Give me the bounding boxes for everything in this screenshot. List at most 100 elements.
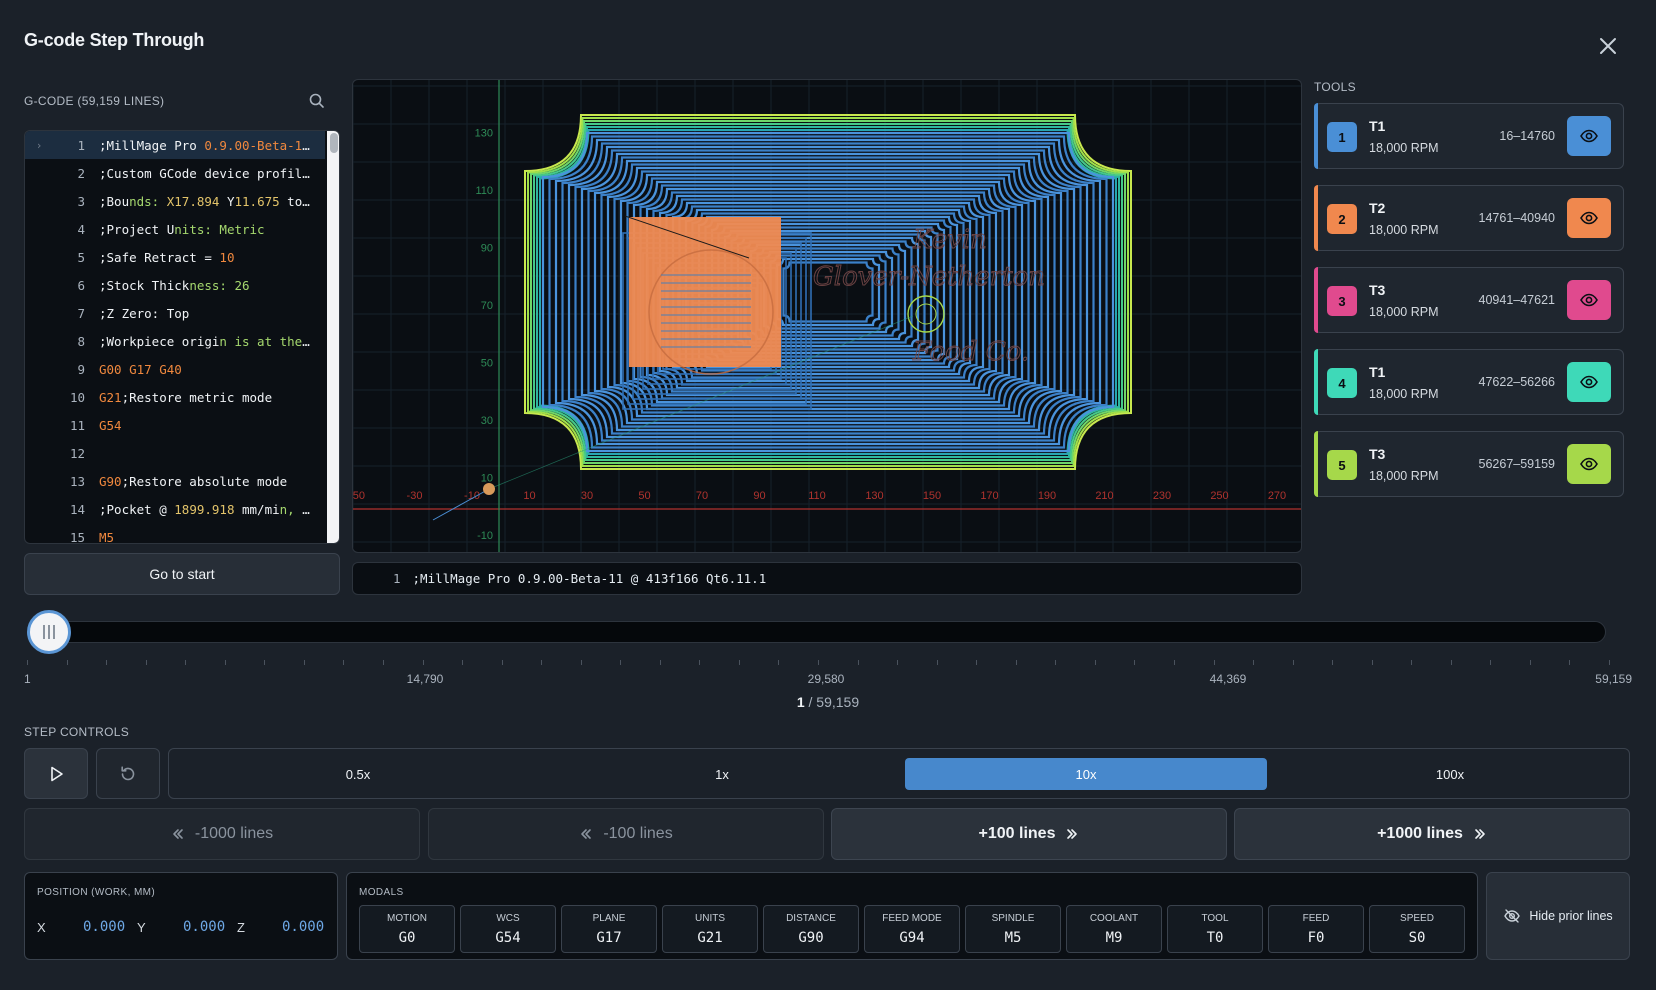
modal-cell: PLANE G17 bbox=[561, 905, 657, 953]
line-slider-track[interactable] bbox=[48, 621, 1606, 643]
modal-value: M5 bbox=[1004, 930, 1022, 946]
close-icon[interactable] bbox=[1596, 34, 1620, 58]
step-forward-button[interactable]: +100 lines bbox=[831, 808, 1227, 860]
x-tick-label: 210 bbox=[1095, 490, 1113, 502]
tool-card[interactable]: 5 T3 18,000 RPM 56267–59159 bbox=[1314, 431, 1624, 497]
modal-title: G-code Step Through bbox=[24, 30, 205, 50]
slider-tick bbox=[936, 660, 938, 665]
tool-rpm: 18,000 RPM bbox=[1369, 305, 1439, 319]
tool-card[interactable]: 1 T1 18,000 RPM 16–14760 bbox=[1314, 103, 1624, 169]
gcode-token: 1899.918 bbox=[174, 501, 235, 517]
line-counter: 1 / 59,159 bbox=[0, 694, 1656, 710]
modal-value: G94 bbox=[899, 930, 925, 946]
speed-option[interactable]: 100x bbox=[1269, 758, 1631, 790]
modal-value: G17 bbox=[596, 930, 622, 946]
eye-off-icon bbox=[1504, 909, 1521, 923]
tool-card[interactable]: 4 T1 18,000 RPM 47622–56266 bbox=[1314, 349, 1624, 415]
gcode-line-text: ;Custom GCode device profile… bbox=[99, 166, 315, 181]
engraved-text: Kevin bbox=[912, 225, 987, 255]
gcode-token: ;Z Zero: Top bbox=[99, 305, 190, 321]
gcode-scrollbar[interactable] bbox=[327, 131, 339, 543]
step-forward-button[interactable]: +1000 lines bbox=[1234, 808, 1630, 860]
tool-line-range: 47622–56266 bbox=[1478, 375, 1555, 389]
reset-button[interactable] bbox=[96, 748, 160, 799]
scroll-thumb[interactable] bbox=[330, 133, 338, 153]
line-slider-thumb[interactable] bbox=[27, 610, 71, 654]
speed-option[interactable]: 0.5x bbox=[177, 758, 539, 790]
speed-selector: 0.5x 1x 10x 100x bbox=[168, 748, 1630, 799]
step-back-button[interactable]: -1000 lines bbox=[24, 808, 420, 860]
gcode-line[interactable]: 14 ;Pocket @ 1899.918 mm/min, 1… bbox=[25, 495, 325, 523]
current-line-number: 1 bbox=[393, 571, 401, 586]
slider-tick-label: 59,159 bbox=[1595, 672, 1632, 686]
gcode-line[interactable]: 10 G21;Restore metric mode bbox=[25, 383, 325, 411]
modal-key: FEED MODE bbox=[882, 913, 942, 924]
x-tick-label: 50 bbox=[638, 490, 650, 502]
slider-tick bbox=[303, 660, 305, 665]
slider-tick-label: 1 bbox=[24, 672, 31, 686]
slider-tick bbox=[1529, 660, 1531, 665]
gcode-line-text: M5 bbox=[99, 530, 315, 544]
step-back-button[interactable]: -100 lines bbox=[428, 808, 824, 860]
tool-rpm: 18,000 RPM bbox=[1369, 387, 1439, 401]
tool-visibility-toggle[interactable] bbox=[1567, 116, 1611, 156]
slider-tick bbox=[1292, 660, 1294, 665]
hide-prior-lines-button[interactable]: Hide prior lines bbox=[1486, 872, 1630, 960]
speed-option[interactable]: 1x bbox=[541, 758, 903, 790]
search-icon[interactable] bbox=[308, 92, 326, 110]
tool-visibility-toggle[interactable] bbox=[1567, 280, 1611, 320]
go-to-start-button[interactable]: Go to start bbox=[24, 553, 340, 595]
speed-option[interactable]: 10x bbox=[905, 758, 1267, 790]
gcode-list[interactable]: 15 M5 14 ;Pocket @ 1899.918 mm/min, 1… 13 G90… bbox=[24, 130, 340, 544]
gcode-line-number: 14 bbox=[69, 501, 85, 517]
modal-value: T0 bbox=[1206, 930, 1224, 946]
gcode-token: G90 bbox=[99, 473, 122, 489]
gcode-line[interactable]: 15 M5 bbox=[25, 523, 325, 544]
modal-key: UNITS bbox=[695, 913, 725, 924]
gcode-line-number: 4 bbox=[77, 221, 85, 237]
slider-tick bbox=[1371, 660, 1373, 665]
gcode-line[interactable]: 3 ;Bounds: X17.894 Y11.675 to … bbox=[25, 187, 325, 215]
gcode-line[interactable]: 13 G90;Restore absolute mode bbox=[25, 467, 325, 495]
toolpath-canvas[interactable]: -50-30-101030507090110130150170190210230… bbox=[353, 80, 1302, 553]
eye-icon bbox=[1580, 293, 1598, 307]
y-tick-label: 150 bbox=[475, 80, 493, 82]
tool-visibility-toggle[interactable] bbox=[1567, 198, 1611, 238]
modal-cell: FEED F0 bbox=[1268, 905, 1364, 953]
gcode-line[interactable]: › 1 ;MillMage Pro 0.9.00-Beta-11… bbox=[25, 131, 325, 159]
gcode-line[interactable]: 12 bbox=[25, 439, 325, 467]
slider-tick bbox=[224, 660, 226, 665]
modal-cell: COOLANT M9 bbox=[1066, 905, 1162, 953]
modal-cell: SPEED S0 bbox=[1369, 905, 1465, 953]
gcode-line[interactable]: 8 ;Workpiece origin is at the … bbox=[25, 327, 325, 355]
tool-badge: 1 bbox=[1327, 122, 1357, 152]
slider-tick bbox=[1173, 660, 1175, 665]
gcode-token: ;Bou bbox=[99, 193, 130, 209]
gcode-line-text: G54 bbox=[99, 418, 315, 433]
gcode-line[interactable]: 11 G54 bbox=[25, 411, 325, 439]
gcode-token: Y bbox=[219, 193, 235, 209]
gcode-line[interactable]: 7 ;Z Zero: Top bbox=[25, 299, 325, 327]
tool-card[interactable]: 2 T2 18,000 RPM 14761–40940 bbox=[1314, 185, 1624, 251]
gcode-token: 0.9.00 bbox=[204, 137, 250, 153]
slider-tick bbox=[1609, 660, 1610, 665]
tool-visibility-toggle[interactable] bbox=[1567, 362, 1611, 402]
tool-card[interactable]: 3 T3 18,000 RPM 40941–47621 bbox=[1314, 267, 1624, 333]
gcode-line-number: 6 bbox=[77, 277, 85, 293]
x-tick-label: 170 bbox=[980, 490, 998, 502]
gcode-line[interactable]: 9 G00 G17 G40 bbox=[25, 355, 325, 383]
toolpath-viewport[interactable]: -50-30-101030507090110130150170190210230… bbox=[352, 79, 1302, 553]
y-tick-label: 130 bbox=[475, 128, 493, 140]
gcode-token: G54 bbox=[99, 417, 122, 433]
tool-visibility-toggle[interactable] bbox=[1567, 444, 1611, 484]
y-tick-label: 70 bbox=[481, 300, 493, 312]
slider-tick bbox=[818, 660, 819, 665]
gcode-line[interactable]: 6 ;Stock Thickness: 26 bbox=[25, 271, 325, 299]
jump-label: +1000 lines bbox=[1377, 825, 1463, 842]
play-button[interactable] bbox=[24, 748, 88, 799]
gcode-line[interactable]: 2 ;Custom GCode device profile… bbox=[25, 159, 325, 187]
gcode-line[interactable]: 5 ;Safe Retract = 10 bbox=[25, 243, 325, 271]
gcode-line[interactable]: 4 ;Project Units: Metric bbox=[25, 215, 325, 243]
gcode-token: to … bbox=[279, 193, 315, 209]
tool-rpm: 18,000 RPM bbox=[1369, 469, 1439, 483]
